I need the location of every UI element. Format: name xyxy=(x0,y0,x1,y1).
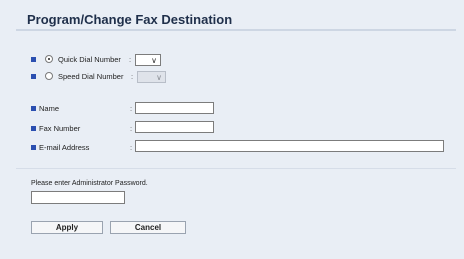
email-colon: : xyxy=(130,143,133,152)
name-field[interactable] xyxy=(135,102,214,114)
bullet-icon xyxy=(31,57,36,62)
page: Program/Change Fax Destination Quick Dia… xyxy=(0,0,464,259)
email-field[interactable] xyxy=(135,140,444,152)
bullet-icon xyxy=(31,145,36,150)
chevron-down-icon: ∨ xyxy=(156,73,162,82)
speed-dial-radio[interactable] xyxy=(45,72,53,80)
quick-dial-label: Quick Dial Number xyxy=(58,55,121,64)
page-title: Program/Change Fax Destination xyxy=(27,12,233,27)
title-divider xyxy=(16,29,456,31)
bullet-icon xyxy=(31,106,36,111)
fax-number-label: Fax Number xyxy=(39,124,81,133)
name-colon: : xyxy=(130,104,133,113)
bullet-icon xyxy=(31,126,36,131)
cancel-button[interactable]: Cancel xyxy=(110,221,186,234)
radio-selected-dot xyxy=(48,58,50,60)
name-label: Name xyxy=(39,104,60,113)
speed-dial-select[interactable]: ∨ xyxy=(137,71,166,83)
chevron-down-icon: ∨ xyxy=(151,56,157,65)
section-divider xyxy=(16,168,456,169)
fax-number-field[interactable] xyxy=(135,121,214,133)
quick-dial-colon: : xyxy=(129,55,132,64)
speed-dial-label: Speed Dial Number xyxy=(58,72,124,81)
admin-password-field[interactable] xyxy=(31,191,125,204)
quick-dial-radio[interactable] xyxy=(45,55,53,63)
bullet-icon xyxy=(31,74,36,79)
speed-dial-colon: : xyxy=(131,72,134,81)
fax-number-colon: : xyxy=(130,124,133,133)
quick-dial-select[interactable]: ∨ xyxy=(135,54,161,66)
email-label: E-mail Address xyxy=(39,143,90,152)
password-prompt: Please enter Administrator Password. xyxy=(31,180,148,187)
apply-button[interactable]: Apply xyxy=(31,221,103,234)
